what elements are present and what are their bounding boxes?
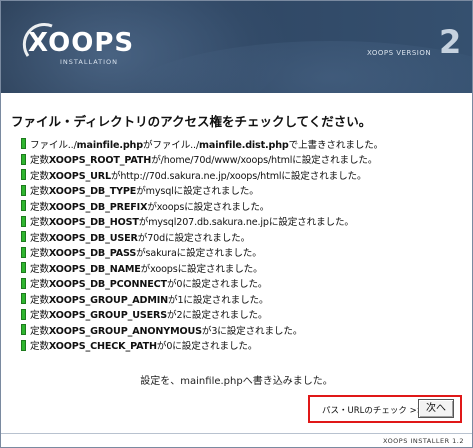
log-text: 定数XOOPS_GROUP_USERSが2に設定されました。 [30,310,268,322]
log-text: 定数XOOPS_DB_PCONNECTが0に設定されました。 [30,279,268,291]
log-row: 定数XOOPS_GROUP_USERSが2に設定されました。 [21,307,461,323]
log-text: 定数XOOPS_URLがhttp://70d.sakura.ne.jp/xoop… [30,170,367,182]
log-row: 定数XOOPS_DB_HOSTがmysql207.db.sakura.ne.jp… [21,214,461,230]
log-row: 定数XOOPS_GROUP_ANONYMOUSが3に設定されました。 [21,322,461,338]
xoops-logo: XOOPS INSTALLATION [22,22,135,68]
log-row: 定数XOOPS_CHECK_PATHが0に設定されました。 [21,338,461,354]
version-label: XOOPS VERSION [367,49,432,57]
installer-window: XOOPS INSTALLATION XOOPS VERSION 2 ファイル・… [0,0,473,448]
logo-subtext: INSTALLATION [60,58,119,66]
log-text: 定数XOOPS_DB_HOSTがmysql207.db.sakura.ne.jp… [30,217,354,229]
navigation-box: パス・URLのチェック >> 次へ [308,395,462,423]
log-text: 定数XOOPS_DB_USERが70dに設定されました。 [30,232,251,244]
version-number: 2 [439,23,462,61]
write-complete-message: 設定を、mainfile.phpへ書き込みました。 [140,376,333,387]
log-row: ファイル../mainfile.phpがファイル../mainfile.dist… [21,136,461,152]
log-text: 定数XOOPS_CHECK_PATHが0に設定されました。 [30,341,258,353]
log-text: 定数XOOPS_DB_PASSがsakuraに設定されました。 [30,248,262,260]
header-banner: XOOPS INSTALLATION XOOPS VERSION 2 [1,1,472,93]
page-title: ファイル・ディレクトリのアクセス権をチェックしてください。 [11,114,372,129]
status-ok-icon [21,262,26,274]
log-text: 定数XOOPS_DB_TYPEがmysqlに設定されました。 [30,186,259,198]
status-ok-icon [21,184,26,196]
log-row: 定数XOOPS_GROUP_ADMINが1に設定されました。 [21,291,461,307]
log-text: 定数XOOPS_DB_PREFIXがxoopsに設定されました。 [30,201,270,213]
status-ok-icon [21,169,26,181]
installer-version: XOOPS INSTALLER 1.2 [383,437,464,445]
main-content: ファイル・ディレクトリのアクセス権をチェックしてください。 ファイル../mai… [1,93,472,433]
log-row: 定数XOOPS_DB_NAMEがxoopsに設定されました。 [21,260,461,276]
status-ok-icon [21,308,26,320]
next-button[interactable]: 次へ [418,399,454,418]
log-text: 定数XOOPS_GROUP_ADMINが1に設定されました。 [30,294,269,306]
status-ok-icon [21,153,26,165]
status-ok-icon [21,324,26,336]
status-ok-icon [21,246,26,258]
log-row: 定数XOOPS_DB_USERが70dに設定されました。 [21,229,461,245]
next-step-label: パス・URLのチェック >> [322,406,424,416]
log-text: 定数XOOPS_DB_NAMEがxoopsに設定されました。 [30,263,263,275]
status-ok-icon [21,293,26,305]
log-text: 定数XOOPS_GROUP_ANONYMOUSが3に設定されました。 [30,325,303,337]
log-row: 定数XOOPS_DB_TYPEがmysqlに設定されました。 [21,183,461,199]
log-text: ファイル../mainfile.phpがファイル../mainfile.dist… [30,139,384,151]
installer-footer: XOOPS INSTALLER 1.2 [1,433,472,447]
result-log: ファイル../mainfile.phpがファイル../mainfile.dist… [21,136,461,353]
status-ok-icon [21,200,26,212]
log-row: 定数XOOPS_DB_PREFIXがxoopsに設定されました。 [21,198,461,214]
logo-text: XOOPS [28,28,135,58]
log-row: 定数XOOPS_URLがhttp://70d.sakura.ne.jp/xoop… [21,167,461,183]
status-ok-icon [21,277,26,289]
status-ok-icon [21,339,26,351]
log-row: 定数XOOPS_ROOT_PATHが/home/70d/www/xoops/ht… [21,152,461,168]
status-ok-icon [21,231,26,243]
log-text: 定数XOOPS_ROOT_PATHが/home/70d/www/xoops/ht… [30,155,378,167]
status-ok-icon [21,215,26,227]
log-row: 定数XOOPS_DB_PCONNECTが0に設定されました。 [21,276,461,292]
log-row: 定数XOOPS_DB_PASSがsakuraに設定されました。 [21,245,461,261]
status-ok-icon [21,138,26,150]
